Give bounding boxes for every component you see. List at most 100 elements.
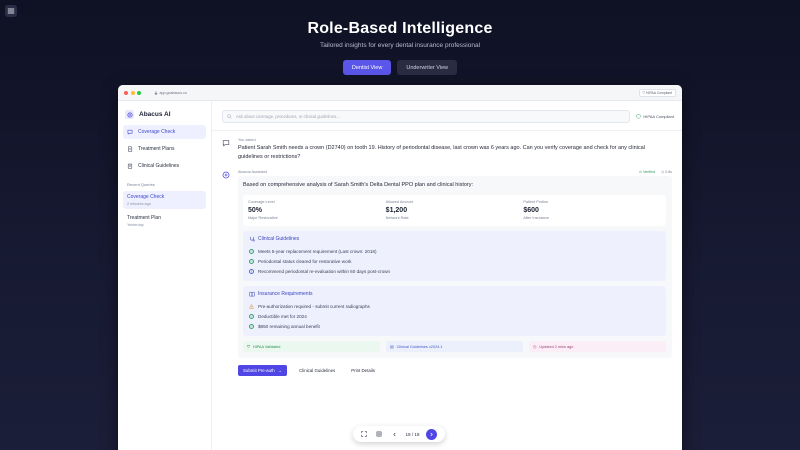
chip-text: Updated 2 mins ago — [539, 344, 574, 349]
grid-icon[interactable] — [375, 430, 383, 438]
clinical-title-text: Clinical Guidelines — [258, 236, 300, 242]
lock-icon — [154, 90, 157, 95]
stat-allowed-amount: Allowed Amount $1,200 Network Rate — [386, 200, 524, 220]
brand-name: Abacus AI — [139, 111, 171, 118]
requirement-text: Deductible met for 2024 — [258, 313, 307, 319]
recent-query-title: Treatment Plan — [127, 215, 161, 221]
guideline-text: Recommend periodontal re-evaluation with… — [258, 268, 391, 274]
assistant-intro: Based on comprehensive analysis of Sarah… — [243, 182, 474, 188]
brand-logo-icon — [125, 110, 134, 119]
submit-preauth-button[interactable]: Submit Pre-auth → — [238, 365, 288, 376]
shield-check-icon: ⛉ — [247, 344, 250, 349]
assistant-avatar-icon — [222, 171, 230, 179]
requirement-line: Pre-authorization required - submit curr… — [249, 301, 660, 311]
verified-badge: ⊙ Verified — [639, 170, 655, 174]
insurance-title-text: Insurance Requirements — [258, 291, 313, 297]
stat-patient-portion: Patient Portion $600 After Insurance — [523, 200, 661, 220]
chat-icon — [222, 140, 230, 147]
check-icon — [249, 323, 254, 329]
clock-icon: ◷ — [661, 170, 665, 174]
sidebar-item-clinical-guidelines[interactable]: Clinical Guidelines — [123, 159, 206, 173]
window-titlebar: app.goabacus.co ⛉ HIPAA Compliant — [118, 85, 682, 101]
clock-icon: ◷ — [533, 345, 537, 349]
recent-query-title: Coverage Check — [127, 194, 165, 200]
user-message-text: Patient Sarah Smith needs a crown (D2740… — [238, 145, 645, 160]
fullscreen-icon[interactable] — [360, 430, 368, 438]
stat-value: $1,200 — [385, 207, 408, 214]
insurance-requirements-title: Insurance Requirements — [249, 291, 660, 297]
address-bar[interactable]: app.goabacus.co — [154, 91, 187, 95]
coverage-stats: Coverage Level 50% Major Restorative All… — [243, 195, 666, 226]
app-window: app.goabacus.co ⛉ HIPAA Compliant Abacus… — [118, 85, 682, 450]
stat-coverage-level: Coverage Level 50% Major Restorative — [248, 200, 386, 220]
chevron-left-icon[interactable] — [390, 430, 398, 438]
guidelines-version-chip: ▤ Clinical Guidelines v2024.1 — [386, 341, 523, 352]
print-details-button[interactable]: Print Details — [347, 368, 379, 373]
guideline-line: Meets 5-year replacement requirement (La… — [249, 246, 660, 256]
updated-chip: ◷ Updated 2 mins ago — [529, 341, 666, 352]
recent-query-item[interactable]: Treatment Plan Yesterday — [123, 212, 206, 230]
stat-sub: Network Rate — [385, 216, 409, 220]
stat-value: 50% — [248, 207, 263, 214]
search-row: HIPAA Compliant — [212, 101, 682, 123]
chip-text: Clinical Guidelines v2024.1 — [396, 344, 443, 349]
user-message: You asked Patient Sarah Smith needs a cr… — [212, 131, 682, 161]
guideline-text: Periodontal status cleared for restorati… — [258, 258, 352, 264]
hamburger-icon — [7, 8, 15, 14]
user-message-label: You asked — [238, 138, 256, 142]
recent-queries-label: Recent Queries — [127, 182, 155, 187]
insurance-requirements-box: Insurance Requirements Pre-authorization… — [243, 286, 666, 336]
response-time-text: 0.8s — [665, 170, 672, 174]
sidebar-item-coverage-check[interactable]: Coverage Check — [123, 125, 206, 139]
stat-label: Patient Portion — [523, 200, 549, 204]
check-icon — [249, 248, 254, 254]
status-chips: ⛉ HIPAA Validated ▤ Clinical Guidelines v2… — [243, 341, 666, 352]
menu-button[interactable] — [5, 5, 17, 17]
hero-subtitle: Tailored insights for every dental insur… — [319, 42, 481, 49]
search-box — [222, 110, 631, 123]
stat-sub: Major Restorative — [248, 216, 278, 220]
clinical-guidelines-box: Clinical Guidelines Meets 5-year replace… — [243, 231, 666, 281]
compliance-text: HIPAA Compliant — [646, 91, 672, 95]
close-dot[interactable] — [124, 90, 128, 95]
url-text: app.goabacus.co — [159, 90, 187, 95]
underwriter-view-button[interactable]: Underwriter View — [397, 60, 458, 75]
requirement-text: $850 remaining annual benefit — [258, 323, 320, 329]
dentist-view-button[interactable]: Dentist View — [342, 60, 392, 75]
requirement-text: Pre-authorization required - submit curr… — [258, 303, 370, 309]
sidebar-item-treatment-plans[interactable]: Treatment Plans — [123, 142, 206, 156]
hipaa-badge-text: HIPAA Compliant — [643, 114, 674, 119]
hipaa-badge: HIPAA Compliant — [636, 114, 674, 119]
clipboard-icon — [127, 163, 133, 169]
maximize-dot[interactable] — [137, 90, 141, 95]
recent-query-item[interactable]: Coverage Check 2 minutes ago — [123, 191, 206, 209]
next-button[interactable] — [426, 428, 438, 440]
chip-text: HIPAA Validated — [252, 344, 281, 349]
warning-icon — [249, 303, 254, 309]
submit-preauth-label: Submit Pre-auth — [243, 368, 275, 373]
search-icon — [227, 114, 232, 119]
stat-value: $600 — [523, 207, 539, 214]
sidebar-item-label: Coverage Check — [138, 129, 176, 135]
hero-title: Role-Based Intelligence — [307, 20, 493, 37]
minimize-dot[interactable] — [130, 90, 135, 95]
slide-pager: 19 / 19 — [353, 426, 445, 442]
search-input[interactable] — [236, 114, 626, 119]
clinical-guidelines-button[interactable]: Clinical Guidelines — [295, 368, 339, 373]
requirement-line: Deductible met for 2024 — [249, 311, 660, 321]
clinical-guidelines-title: Clinical Guidelines — [249, 236, 660, 242]
sidebar: Abacus AI Coverage Check Treatment Plans… — [118, 101, 212, 450]
info-icon — [249, 268, 254, 274]
main-panel: HIPAA Compliant You asked Patient Sarah … — [212, 101, 682, 450]
response-time: ◷ 0.8s — [661, 170, 672, 174]
recent-query-time: 2 minutes ago — [127, 202, 151, 206]
requirement-line: $850 remaining annual benefit — [249, 321, 660, 331]
stat-sub: After Insurance — [523, 216, 550, 220]
guideline-text: Meets 5-year replacement requirement (La… — [258, 248, 377, 254]
sidebar-item-label: Treatment Plans — [138, 146, 175, 152]
arrow-right-icon: → — [277, 368, 283, 373]
message-icon — [127, 129, 133, 135]
stat-label: Coverage Level — [248, 200, 275, 204]
hipaa-validated-chip: ⛉ HIPAA Validated — [243, 341, 380, 352]
stethoscope-icon — [250, 236, 255, 242]
